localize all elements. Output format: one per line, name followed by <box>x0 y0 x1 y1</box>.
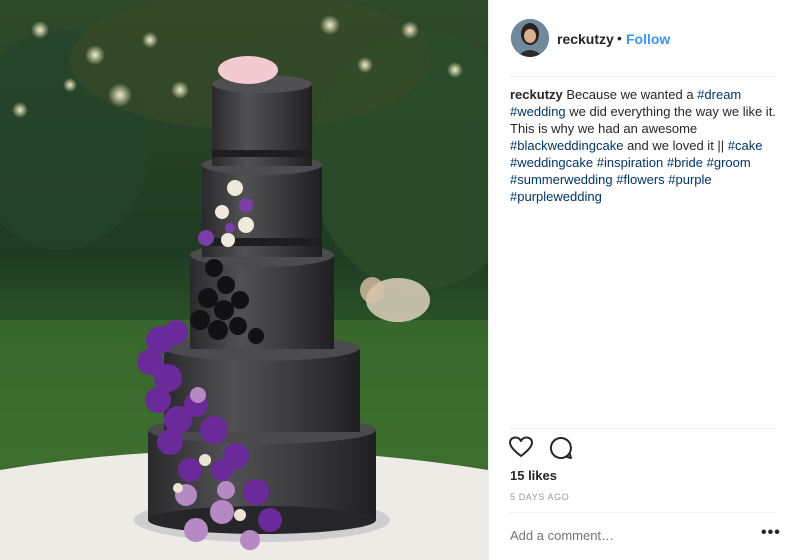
comment-divider <box>509 512 777 513</box>
post-caption: reckutzy Because we wanted a #dream #wed… <box>510 86 782 205</box>
action-bar <box>509 436 589 462</box>
actions-divider <box>509 428 777 429</box>
hashtag-link[interactable]: #weddingcake <box>510 155 593 170</box>
post-header: reckutzy • Follow <box>489 0 800 76</box>
hashtag-link[interactable]: #purplewedding <box>510 189 602 204</box>
caption-text-segment: Because we wanted a <box>562 87 698 102</box>
post-username[interactable]: reckutzy <box>557 31 614 47</box>
black-wedding-cake-photo <box>0 0 488 560</box>
post-timestamp: 5 DAYS AGO <box>510 492 570 502</box>
hashtag-link[interactable]: #cake <box>728 138 763 153</box>
likes-count[interactable]: 15 likes <box>510 468 557 483</box>
hashtag-link[interactable]: #dream <box>697 87 741 102</box>
hashtag-link[interactable]: #flowers <box>616 172 664 187</box>
ellipsis-icon[interactable]: ••• <box>761 524 781 542</box>
avatar-image <box>511 19 549 57</box>
instagram-post: reckutzy • Follow reckutzy Because we wa… <box>0 0 800 560</box>
post-side-panel: reckutzy • Follow reckutzy Because we wa… <box>488 0 800 560</box>
hashtag-link[interactable]: #bride <box>667 155 703 170</box>
hashtag-link[interactable]: #purple <box>668 172 711 187</box>
comment-icon[interactable] <box>549 436 573 465</box>
header-divider <box>509 76 777 77</box>
heart-icon[interactable] <box>509 436 533 463</box>
hashtag-link[interactable]: #summerwedding <box>510 172 613 187</box>
post-photo[interactable] <box>0 0 488 560</box>
caption-text-segment: and we loved it || <box>623 138 728 153</box>
separator-dot: • <box>617 30 622 46</box>
hashtag-link[interactable]: #groom <box>707 155 751 170</box>
comment-input[interactable] <box>510 528 730 543</box>
caption-text: Because we wanted a #dream #wedding we d… <box>510 87 776 204</box>
hashtag-link[interactable]: #inspiration <box>597 155 664 170</box>
avatar[interactable] <box>511 19 549 57</box>
hashtag-link[interactable]: #wedding <box>510 104 566 119</box>
follow-button[interactable]: Follow <box>626 31 670 47</box>
hashtag-link[interactable]: #blackweddingcake <box>510 138 623 153</box>
caption-username[interactable]: reckutzy <box>510 87 563 102</box>
